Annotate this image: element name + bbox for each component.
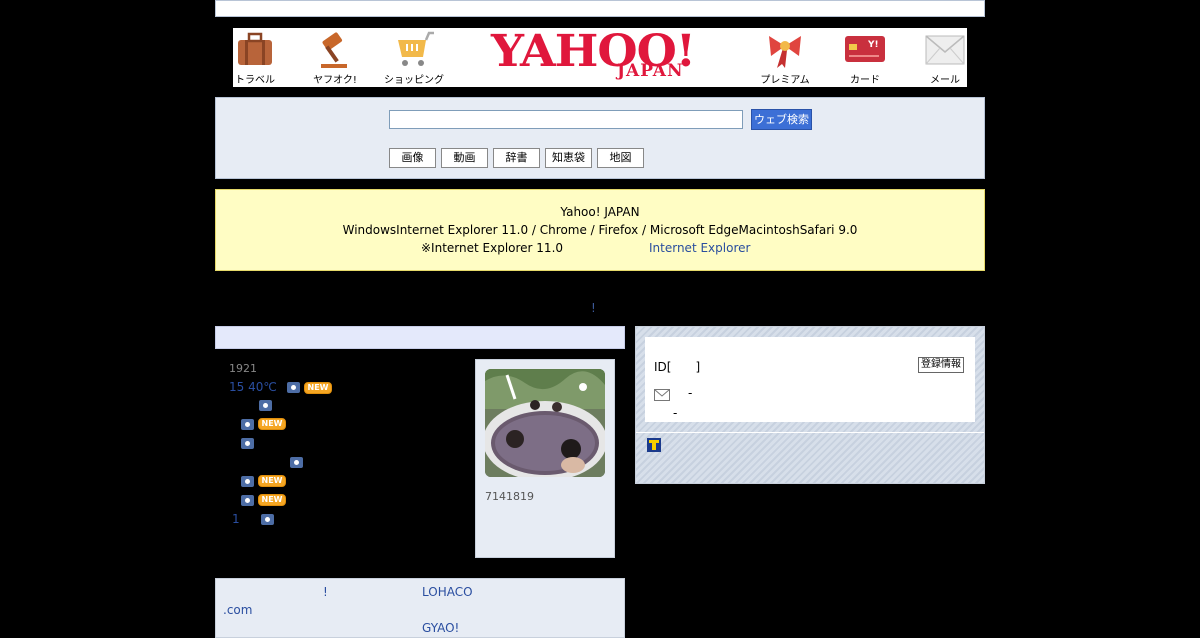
- topic-photo-box[interactable]: 7141819: [475, 359, 615, 558]
- service-premium[interactable]: プレミアム: [755, 28, 815, 87]
- service-premium-label: プレミアム: [760, 75, 810, 86]
- hot-spring-image: [485, 369, 605, 477]
- login-box: ID[ ] 登録情報 - -: [645, 337, 975, 422]
- new-badge: NEW: [257, 475, 287, 487]
- news-item-1-text: 15 40℃: [229, 380, 277, 394]
- mail-icon: [654, 389, 670, 401]
- svg-text:Y!: Y!: [867, 40, 879, 50]
- service-mail[interactable]: メール: [915, 28, 975, 87]
- notice-browsers: WindowsInternet Explorer 11.0 / Chrome /…: [342, 223, 858, 237]
- service-travel[interactable]: トラベル: [225, 28, 285, 87]
- service-auction-label: ヤフオク!: [313, 75, 357, 86]
- tab-map[interactable]: 地図: [597, 148, 644, 168]
- news-item-7[interactable]: NEW: [241, 493, 287, 506]
- camera-icon: [261, 514, 275, 525]
- camera-icon: [290, 456, 303, 468]
- mail-count[interactable]: -: [688, 386, 692, 400]
- ribbon-icon: [769, 36, 801, 68]
- camera-icon: [286, 382, 300, 393]
- register-info-button[interactable]: 登録情報: [918, 357, 964, 373]
- login-second-line[interactable]: -: [673, 406, 677, 420]
- news-item-8-text: 1: [232, 512, 240, 526]
- yahoo-id-label: ID[ ]: [654, 360, 701, 374]
- shopping-cart-icon: [398, 31, 434, 66]
- panel-divider: [636, 432, 984, 433]
- service-travel-label: トラベル: [235, 75, 275, 86]
- news-header-bar: [215, 326, 625, 349]
- new-badge: NEW: [303, 381, 333, 394]
- camera-icon: [241, 494, 254, 506]
- top-strip: [215, 0, 985, 17]
- service-card[interactable]: Y! カード: [835, 28, 895, 87]
- service-links-box: ! LOHACO .com GYAO!: [215, 578, 625, 638]
- tab-images[interactable]: 画像: [389, 148, 436, 168]
- news-item-2[interactable]: [259, 398, 272, 411]
- credit-card-icon: Y!: [845, 36, 885, 62]
- service-card-label: カード: [850, 75, 880, 86]
- news-item-4[interactable]: [241, 436, 254, 449]
- service-link-gyao[interactable]: GYAO!: [422, 621, 459, 635]
- hot-spring-photo[interactable]: [485, 369, 605, 477]
- photo-caption: 7141819: [485, 490, 534, 503]
- notice-title: Yahoo! JAPAN: [560, 205, 640, 219]
- news-item-3[interactable]: NEW: [241, 417, 287, 430]
- tab-chiebukuro[interactable]: 知恵袋: [545, 148, 592, 168]
- news-time: 1921: [229, 362, 257, 375]
- service-auction[interactable]: ヤフオク!: [305, 28, 365, 87]
- tpoint-icon[interactable]: [647, 438, 661, 452]
- service-link-lohaco[interactable]: LOHACO: [422, 585, 473, 599]
- headline-mark[interactable]: !: [591, 301, 596, 315]
- tab-video[interactable]: 動画: [441, 148, 488, 168]
- gavel-icon: [321, 32, 347, 68]
- camera-icon: [241, 437, 254, 449]
- notice-ie-link[interactable]: Internet Explorer: [649, 239, 750, 257]
- service-link-com[interactable]: .com: [223, 603, 252, 617]
- suitcase-icon: [238, 32, 272, 65]
- browser-notice: Yahoo! JAPAN WindowsInternet Explorer 11…: [215, 189, 985, 271]
- camera-icon: [241, 475, 254, 487]
- camera-icon: [259, 399, 272, 411]
- camera-icon: [241, 418, 254, 430]
- news-item-6[interactable]: NEW: [241, 474, 287, 487]
- mail-envelope-icon: [925, 35, 965, 65]
- news-item-8[interactable]: 1: [232, 512, 275, 526]
- new-badge: NEW: [257, 418, 287, 430]
- tab-dictionary[interactable]: 辞書: [493, 148, 540, 168]
- service-link-1[interactable]: !: [323, 585, 328, 599]
- news-item-1[interactable]: 15 40℃ NEW: [229, 380, 333, 394]
- news-item-5[interactable]: [290, 455, 303, 468]
- yahoo-japan-logo[interactable]: YAHOO! JAPAN: [491, 26, 709, 87]
- service-mail-label: メール: [930, 75, 960, 86]
- search-input[interactable]: [389, 110, 743, 129]
- login-panel: ID[ ] 登録情報 - -: [635, 326, 985, 484]
- logo-sub: JAPAN: [617, 61, 684, 81]
- service-bar: トラベル ヤフオク! ショッピング YAHOO! JAPAN プレミアム Y! …: [233, 26, 967, 87]
- service-shopping[interactable]: ショッピング: [384, 28, 444, 87]
- service-shopping-label: ショッピング: [384, 75, 444, 86]
- web-search-button[interactable]: ウェブ検索: [751, 109, 812, 130]
- search-area: ウェブ検索 画像 動画 辞書 知恵袋 地図: [215, 97, 985, 179]
- notice-ie-note: ※Internet Explorer 11.0: [421, 241, 564, 255]
- new-badge: NEW: [257, 494, 287, 506]
